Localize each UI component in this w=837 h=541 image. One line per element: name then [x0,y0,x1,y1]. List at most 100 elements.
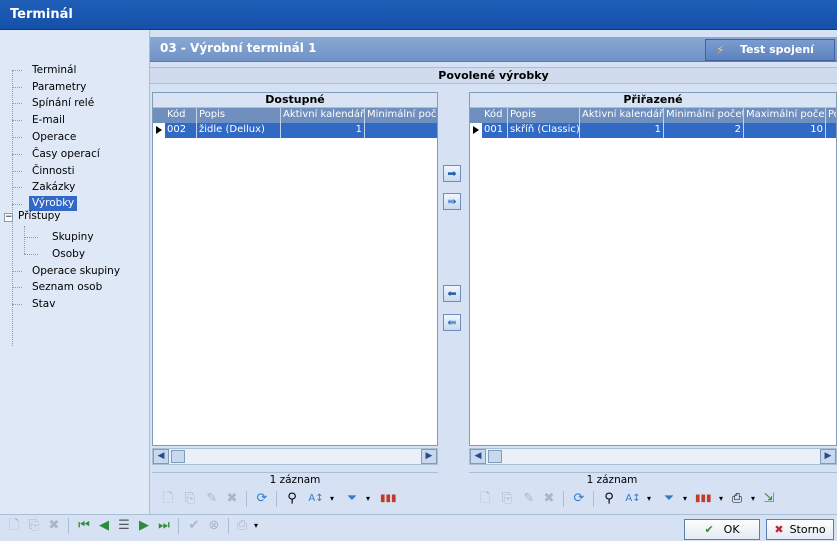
previous-record-icon[interactable]: ◀ [96,518,112,534]
navigation-tree: Terminál Parametry Spínání relé E-mail O… [0,30,150,514]
sort-dropdown-icon[interactable]: ▾ [641,491,657,507]
first-record-icon[interactable]: ⏮ [76,518,92,534]
copy-icon[interactable]: ⎘ [26,518,42,534]
copy-record-icon[interactable]: ⎘ [182,491,198,507]
edit-record-icon[interactable]: ✎ [521,491,537,507]
move-right-button[interactable]: ➡ [443,165,461,182]
cancel-icon: ✖ [774,523,784,536]
scroll-thumb[interactable] [171,450,185,463]
delete-icon[interactable]: ✖ [46,518,62,534]
available-header-row: Kód Popis Aktivní kalendář Minimální poč… [153,108,437,123]
tree-item-activities[interactable]: Činnosti [32,164,75,179]
available-grid[interactable]: Dostupné Kód Popis Aktivní kalendář Mini… [152,92,438,446]
table-row[interactable]: 002 židle (Dellux) 1 [153,123,437,138]
last-record-icon[interactable]: ⏭ [156,518,172,534]
column-header-active-calendar[interactable]: Aktivní kalendář [580,108,664,123]
cancel-label: Storno [789,523,826,536]
available-title: Dostupné [153,93,437,108]
tree-item-state[interactable]: Stav [32,297,55,312]
columns-icon[interactable]: ▮▮▮ [380,491,397,507]
tree-item-email[interactable]: E-mail [32,113,65,128]
collapse-toggle-icon[interactable]: − [4,213,13,222]
column-header-description[interactable]: Popis [197,108,281,123]
refresh-icon[interactable]: ⟳ [254,491,270,507]
cell-minimum-count [365,123,437,138]
tree-item-orders[interactable]: Zakázky [32,180,75,195]
bottom-toolbar: 🗋 ⎘ ✖ ⏮ ◀ ☰ ▶ ⏭ ✔ ⊗ ⎙ ▾ ✔ OK ✖ Storno [0,514,837,541]
columns-dropdown-icon[interactable]: ▾ [713,491,729,507]
column-header-maximum-count[interactable]: Maximální počet [744,108,826,123]
tree-item-groups[interactable]: Skupiny [52,230,94,245]
assigned-header-row: Kód Popis Aktivní kalendář Minimální poč… [470,108,836,123]
tree-item-access[interactable]: Přístupy [18,209,61,224]
tree-item-group-operations[interactable]: Operace skupiny [32,264,120,279]
scroll-left-icon[interactable]: ◀ [470,449,486,464]
test-connection-button[interactable]: ⚡ Test spojení [705,39,835,61]
scroll-thumb[interactable] [488,450,502,463]
cancel-button[interactable]: ✖ Storno [766,519,834,540]
new-record-icon[interactable]: 🗋 [160,491,176,507]
sort-icon[interactable]: A↕ [625,491,641,507]
filter-dropdown-icon[interactable]: ▾ [360,491,376,507]
assigned-grid[interactable]: Přiřazené Kód Popis Aktivní kalendář Min… [469,92,837,446]
new-icon[interactable]: 🗋 [6,518,22,534]
section-title: Povolené výrobky [150,67,837,84]
new-record-icon[interactable]: 🗋 [477,491,493,507]
find-icon[interactable]: ⚲ [284,491,300,507]
record-list-icon[interactable]: ☰ [116,518,132,534]
assigned-record-count-label: 1 záznam [586,474,638,486]
refresh-icon[interactable]: ⟳ [571,491,587,507]
copy-record-icon[interactable]: ⎘ [499,491,515,507]
ok-label: OK [723,523,740,536]
filter-icon[interactable]: ⏷ [661,491,677,507]
column-header-code[interactable]: Kód [482,108,508,123]
assigned-title: Přiřazené [470,93,836,108]
move-all-left-button[interactable]: ⇚ [443,314,461,331]
table-row[interactable]: 001 skříň (Classic) 1 2 10 [470,123,836,138]
filter-dropdown-icon[interactable]: ▾ [677,491,693,507]
sort-dropdown-icon[interactable]: ▾ [324,491,340,507]
column-header-minimum-count[interactable]: Minimální počet [664,108,744,123]
discard-icon[interactable]: ⊗ [206,518,222,534]
scroll-right-icon[interactable]: ▶ [820,449,836,464]
cell-minimum-count: 2 [664,123,744,138]
cell-maximum-count: 10 [744,123,826,138]
move-left-button[interactable]: ⬅ [443,285,461,302]
print-icon[interactable]: ⎙ [729,491,745,507]
available-horizontal-scrollbar[interactable]: ◀ ▶ [152,448,438,465]
scroll-left-icon[interactable]: ◀ [153,449,169,464]
scroll-right-icon[interactable]: ▶ [421,449,437,464]
sort-icon[interactable]: A↕ [308,491,324,507]
tree-item-operations[interactable]: Operace [32,130,76,145]
column-header-minimum-count[interactable]: Minimální počet [365,108,437,123]
edit-record-icon[interactable]: ✎ [204,491,220,507]
export-icon[interactable]: ⇲ [761,491,777,507]
filter-icon[interactable]: ⏷ [344,491,360,507]
move-all-right-button[interactable]: ⇛ [443,193,461,210]
print-dropdown-icon[interactable]: ▾ [248,518,264,534]
confirm-icon[interactable]: ✔ [186,518,202,534]
tree-item-relay-switching[interactable]: Spínání relé [32,96,94,111]
delete-record-icon[interactable]: ✖ [541,491,557,507]
print-dropdown-icon[interactable]: ▾ [745,491,761,507]
record-caption: 03 - Výrobní terminál 1 [160,41,317,55]
delete-record-icon[interactable]: ✖ [224,491,240,507]
cell-code: 002 [165,123,197,138]
tree-item-operation-times[interactable]: Časy operací [32,147,100,162]
ok-button[interactable]: ✔ OK [684,519,760,540]
find-icon[interactable]: ⚲ [601,491,617,507]
column-header-active-calendar[interactable]: Aktivní kalendář [281,108,365,123]
column-header-description[interactable]: Popis [508,108,580,123]
column-header-code[interactable]: Kód [165,108,197,123]
tree-item-parameters[interactable]: Parametry [32,80,86,95]
assigned-horizontal-scrollbar[interactable]: ◀ ▶ [469,448,837,465]
columns-icon[interactable]: ▮▮▮ [695,491,712,507]
tree-item-terminal[interactable]: Terminál [32,63,76,78]
checkmark-icon: ✔ [704,523,714,536]
next-record-icon[interactable]: ▶ [136,518,152,534]
tree-item-person-list[interactable]: Seznam osob [32,280,102,295]
tree-item-persons[interactable]: Osoby [52,247,85,262]
column-header-truncated[interactable]: Po [826,108,836,123]
row-indicator-icon [153,123,165,138]
terminal-window: Terminál Terminál Parametry Spínání relé… [0,0,837,541]
